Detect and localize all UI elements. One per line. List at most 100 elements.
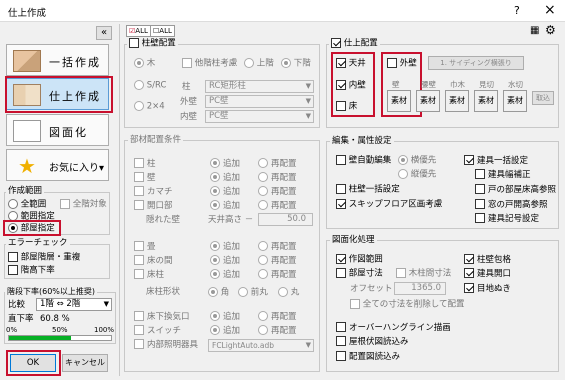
buzai-rows3-2[interactable]: 内部照明器具 [134,339,198,351]
zumen-right-2[interactable]: 目地ぬき [464,283,511,295]
gaiheki-select[interactable]: PC壁 ▼ [205,95,314,108]
yoko-radio[interactable]: 横優先 [398,155,436,167]
gear-icon[interactable]: ⚙ [545,23,556,37]
collapse-button[interactable]: « [96,26,112,40]
hashira-kabe-checkbox[interactable]: 柱壁一括設定 [336,184,400,196]
zumen-more-1[interactable]: 屋根伏図読込み [336,336,409,348]
kozo-src[interactable]: S/RC [134,80,166,92]
kozo-wood[interactable]: 木 [134,58,155,70]
skip-checkbox[interactable]: スキップフロア区画考慮 [336,199,442,211]
buzai-add-rows2-1[interactable]: 追加 [210,255,240,267]
buzai-add-rows2-0[interactable]: 追加 [210,241,240,253]
tenjo-input[interactable]: 50.0 [258,213,313,226]
sozai-button-1[interactable]: 素材 [416,90,440,112]
save-icon[interactable]: ▦ [530,25,539,36]
favorites-button[interactable]: ★ お気に入り▾ [6,149,109,181]
buzai-re-rows2-0[interactable]: 再配置 [258,241,297,253]
zumen-right-0[interactable]: 柱壁包格 [464,254,511,266]
buzai-add-rows3-0[interactable]: 追加 [210,311,240,323]
ok-button[interactable]: OK [10,354,56,372]
henshu-right-0[interactable]: 建具一括設定 [464,155,528,167]
buzai-add-rows-1-box [210,172,220,182]
zumen-right-1[interactable]: 建具開口 [464,268,511,280]
yuka-checkbox[interactable]: 床 [336,101,357,113]
buzai-rows-3[interactable]: 開口部 [134,200,173,212]
buzai-rows2-0[interactable]: 畳 [134,241,156,253]
buzai-add-rows2-2[interactable]: 追加 [210,269,240,281]
kaidaka-checkbox[interactable]: 階高下率 [8,265,55,277]
henshu-right-3[interactable]: 窓の戸開高参照 [475,199,548,211]
kaikan-down[interactable]: 下階 [281,58,311,70]
yuka-maemaru[interactable]: 前丸 [238,287,268,299]
gaiheki-checkbox[interactable]: 外壁 [387,58,417,70]
ikkatsu-button[interactable]: 一括作成 [6,44,109,76]
buzai-rows2-1[interactable]: 床の間 [134,255,173,267]
naiheki-checkbox[interactable]: 内壁 [336,80,366,92]
naiheki-select[interactable]: PC壁 ▼ [205,110,314,123]
hashira-title[interactable]: 柱壁配置 [127,38,178,50]
hanni-radio[interactable]: 範囲指定 [8,211,55,223]
henshu-right-4[interactable]: 建具記号設定 [475,213,539,225]
buzai-add-rows-3[interactable]: 追加 [210,200,240,212]
cancel-button[interactable]: キャンセル [62,354,108,372]
close-button[interactable]: × [544,2,556,18]
zenhanni-radio[interactable]: 全範囲 [8,199,46,211]
sozai-button-0[interactable]: 素材 [387,90,411,112]
zenkai-checkbox[interactable]: 全階対象 [60,199,107,211]
buzai-re-rows2-2-box [258,269,268,279]
buzai-re-rows-1[interactable]: 再配置 [258,172,297,184]
buzai-rows2-0-text: 畳 [147,241,156,252]
room-icon [13,84,41,106]
zen-checkbox[interactable]: 全ての寸法を削除して配置 [350,299,464,311]
henshu-right-2[interactable]: 戸の部屋床高参照 [475,184,556,196]
zumen-more-0[interactable]: オーバーハングライン描画 [336,322,451,334]
buzai-rows-2[interactable]: カマチ [134,186,173,198]
help-button[interactable]: ? [514,4,520,17]
hiritsu-select[interactable]: 1階 ⇔ 2階 ▼ [36,298,112,311]
sozai-button-2[interactable]: 素材 [445,90,469,112]
buzai-add-rows-0[interactable]: 追加 [210,158,240,170]
sozai-button-4[interactable]: 素材 [503,90,527,112]
buzai-rows3-1[interactable]: スイッチ [134,325,181,337]
buzai-re-rows-0[interactable]: 再配置 [258,158,297,170]
buzai-re-rows3-0[interactable]: 再配置 [258,311,297,323]
sakuzu-checkbox[interactable]: 作図範囲 [336,254,383,266]
buzai-rows-1[interactable]: 壁 [134,172,156,184]
mokuzai-checkbox[interactable]: 木柱間寸法 [396,268,451,280]
sozai-button-3[interactable]: 素材 [474,90,498,112]
buzai-re-rows-3[interactable]: 再配置 [258,200,297,212]
offset-input[interactable]: 1365.0 [394,282,446,295]
tasei-checkbox[interactable]: 他階柱考慮 [182,58,237,70]
shiage-title[interactable]: 仕上配置 [329,38,380,50]
yuka-maru[interactable]: 丸 [278,287,299,299]
buzai-rows2-2[interactable]: 床柱 [134,269,164,281]
all-off-button[interactable]: ☐ALL [150,25,175,37]
all-on-button[interactable]: ☑ALL [126,25,151,37]
hashira-select[interactable]: RC矩形柱 ▼ [205,80,314,93]
buzai-rows-0[interactable]: 柱 [134,158,156,170]
kozo-2x4[interactable]: 2×4 [134,101,165,113]
buzai-re-rows2-2[interactable]: 再配置 [258,269,297,281]
buzai-rows3-0[interactable]: 床下換気口 [134,311,190,323]
tenjo-checkbox[interactable]: 天井 [336,58,366,70]
buzai-add-rows-1[interactable]: 追加 [210,172,240,184]
buzai-re-rows3-1[interactable]: 再配置 [258,325,297,337]
yuka-kaku[interactable]: 角 [208,287,229,299]
kabe-auto-checkbox[interactable]: 壁自動編集 [336,155,391,167]
buzai-re-rows-2[interactable]: 再配置 [258,186,297,198]
henshu-right-1[interactable]: 建具幅補正 [475,169,531,181]
kaikan-up[interactable]: 上階 [244,58,274,70]
buzai-add-rows3-1[interactable]: 追加 [210,325,240,337]
heya-radio[interactable]: 部屋指定 [8,223,55,235]
heya-kaiso-checkbox[interactable]: 部屋階層・重複 [8,252,80,264]
buzai-re-rows2-1[interactable]: 再配置 [258,255,297,267]
light-select[interactable]: FCLightAuto.adb ▼ [208,339,314,352]
siding-button[interactable]: 1. サイディング横張り [428,56,524,70]
zumenka-button[interactable]: 図面化 [6,114,109,146]
buzai-add-rows-2[interactable]: 追加 [210,186,240,198]
torikomi-button[interactable]: 取込 [532,91,554,105]
heya-sunpo-checkbox[interactable]: 部屋寸法 [336,268,383,280]
zumen-more-2[interactable]: 配置図読込み [336,351,400,363]
tate-radio[interactable]: 縦優先 [398,169,436,181]
shiage-button[interactable]: 仕上作成 [6,78,109,110]
